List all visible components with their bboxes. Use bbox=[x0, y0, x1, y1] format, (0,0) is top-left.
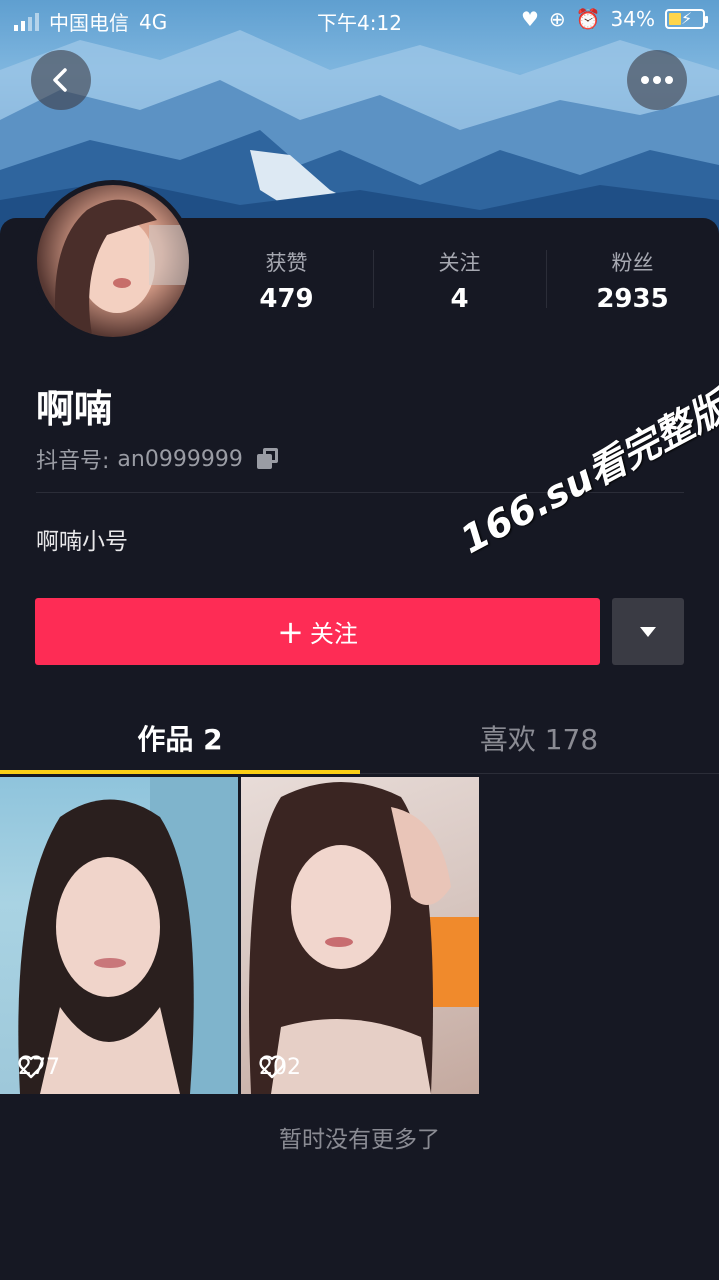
stat-label: 粉丝 bbox=[611, 251, 654, 275]
stat-value: 2935 bbox=[596, 284, 669, 314]
video-like-count: 277 bbox=[18, 1055, 60, 1080]
plus-icon: + bbox=[277, 612, 304, 651]
alarm-icon: ⏰ bbox=[575, 7, 601, 31]
video-grid: 277 202 bbox=[0, 777, 719, 1094]
follow-button[interactable]: + 关注 bbox=[35, 598, 600, 665]
tab-active-indicator bbox=[0, 770, 360, 774]
profile-bio: 啊喃小号 bbox=[36, 529, 128, 555]
stat-value: 4 bbox=[450, 284, 469, 314]
heart-outline-icon bbox=[259, 1055, 285, 1079]
caret-down-icon bbox=[640, 626, 656, 637]
stat-label: 关注 bbox=[438, 251, 481, 275]
copy-icon[interactable] bbox=[256, 448, 279, 470]
douyin-id-row: 抖音号: an0999999 bbox=[36, 443, 279, 475]
stat-value: 479 bbox=[259, 284, 314, 314]
recommend-dropdown-button[interactable] bbox=[612, 598, 684, 665]
tab-works[interactable]: 作品 2 bbox=[0, 718, 360, 758]
follow-label: 关注 bbox=[309, 620, 358, 648]
no-more-text: 暂时没有更多了 bbox=[279, 1127, 440, 1153]
heart-outline-icon bbox=[18, 1055, 44, 1079]
battery-percent: 34% bbox=[610, 7, 655, 31]
heart-status-icon: ♥ bbox=[520, 7, 539, 31]
avatar[interactable] bbox=[32, 180, 194, 342]
battery-icon: ⚡ bbox=[665, 9, 708, 29]
stat-likes[interactable]: 获赞 479 bbox=[200, 248, 373, 314]
avatar-photo bbox=[55, 199, 189, 335]
stat-followers[interactable]: 粉丝 2935 bbox=[546, 248, 719, 314]
tab-likes[interactable]: 喜欢 178 bbox=[359, 718, 719, 758]
video-like-count: 202 bbox=[259, 1055, 301, 1080]
video-thumbnail[interactable]: 277 bbox=[0, 777, 238, 1094]
douyin-id-value: an0999999 bbox=[117, 446, 243, 472]
video-thumbnail[interactable]: 202 bbox=[241, 777, 479, 1094]
chevron-left-icon bbox=[53, 68, 67, 92]
profile-stats: 获赞 479 关注 4 粉丝 2935 bbox=[200, 248, 719, 314]
profile-name: 啊喃 bbox=[36, 387, 113, 431]
video-cover-image bbox=[18, 777, 238, 1094]
douyin-id-label: 抖音号: bbox=[36, 449, 110, 474]
profile-tabs: 作品 2 喜欢 178 bbox=[0, 700, 719, 774]
ellipsis-icon bbox=[641, 76, 673, 84]
status-bar: 中国电信 4G 下午4:12 ♥ ⊕ ⏰ 34% ⚡ bbox=[0, 0, 719, 40]
status-right: ♥ ⊕ ⏰ 34% ⚡ bbox=[520, 7, 708, 31]
back-button[interactable] bbox=[31, 50, 91, 110]
video-cover-image bbox=[249, 782, 479, 1094]
stat-following[interactable]: 关注 4 bbox=[373, 248, 546, 314]
more-button[interactable] bbox=[627, 50, 687, 110]
rotation-lock-icon: ⊕ bbox=[548, 7, 566, 31]
stat-label: 获赞 bbox=[265, 251, 308, 275]
